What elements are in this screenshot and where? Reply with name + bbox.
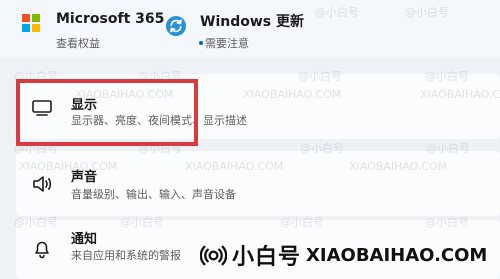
setting-title: 声音	[71, 170, 98, 185]
windows-update-icon	[166, 16, 186, 36]
setting-description: 音量级别、输出、输入、声音设备	[71, 188, 236, 201]
attention-dot	[199, 41, 203, 45]
setting-display[interactable]: 显示 显示器、亮度、夜间模式、显示描述	[16, 74, 500, 139]
setting-title: 显示	[71, 98, 98, 113]
broadcast-mark-icon	[200, 245, 227, 265]
setting-sound[interactable]: 声音 音量级别、输出、输入、声音设备	[16, 151, 500, 216]
brand-name-chinese: 小白号	[232, 245, 302, 270]
top-tiles: Microsoft 365 查看权益 Windows 更新 需要注意	[0, 0, 500, 58]
microsoft365-title: Microsoft 365	[56, 11, 165, 27]
brand-domain: XIAOBAIHAO.COM	[306, 244, 488, 266]
microsoft365-subtitle: 查看权益	[56, 37, 100, 50]
windows-update-subtitle: 需要注意	[205, 37, 249, 50]
bell-icon	[35, 241, 49, 259]
setting-title: 通知	[71, 232, 98, 247]
setting-description: 显示器、亮度、夜间模式、显示描述	[71, 114, 247, 127]
microsoft365-tile[interactable]: Microsoft 365 查看权益	[0, 0, 165, 58]
setting-description: 来自应用和系统的警报	[71, 249, 181, 262]
microsoft-logo-icon	[22, 14, 40, 32]
speaker-icon	[33, 176, 52, 192]
windows-update-tile[interactable]: Windows 更新 需要注意	[165, 0, 500, 58]
monitor-icon	[32, 100, 52, 116]
brand-watermark: 小白号 XIAOBAIHAO.COM	[200, 240, 500, 270]
windows-update-title: Windows 更新	[200, 14, 304, 30]
